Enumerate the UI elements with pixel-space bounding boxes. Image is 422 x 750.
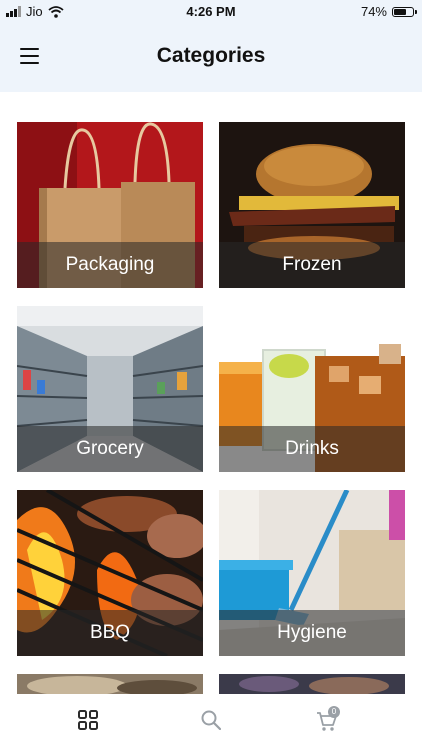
- category-tile-packaging[interactable]: Packaging: [17, 122, 203, 288]
- status-bar: Jio 4:26 PM 74%: [0, 0, 422, 24]
- category-tile-drinks[interactable]: Drinks: [219, 306, 405, 472]
- category-tile-partial-left[interactable]: [17, 674, 203, 694]
- category-label: Drinks: [219, 426, 405, 472]
- search-icon: [201, 710, 222, 731]
- tab-search[interactable]: [201, 710, 222, 735]
- category-label: BBQ: [17, 610, 203, 656]
- page-title: Categories: [156, 44, 266, 67]
- battery-fill: [394, 8, 406, 15]
- category-tile-frozen[interactable]: Frozen: [219, 122, 405, 288]
- status-right: 74%: [360, 4, 417, 19]
- category-tile-grocery[interactable]: Grocery: [17, 306, 203, 472]
- category-tile-hygiene[interactable]: Hygiene: [219, 490, 405, 656]
- category-label: Hygiene: [219, 610, 405, 656]
- tab-cart[interactable]: 0: [316, 706, 340, 737]
- clock: 4:26 PM: [186, 4, 236, 19]
- battery-icon: [392, 6, 417, 17]
- category-label: Packaging: [17, 242, 203, 288]
- bottom-nav: 0: [0, 694, 422, 750]
- cart-badge: 0: [328, 706, 340, 718]
- app-header: Categories: [0, 24, 422, 92]
- category-label: Grocery: [17, 426, 203, 472]
- category-grid: Packaging Frozen Grocery Drinks BBQ Hygi…: [0, 92, 422, 694]
- category-tile-bbq[interactable]: BBQ: [17, 490, 203, 656]
- category-image-partial: [219, 674, 405, 694]
- category-label: Frozen: [219, 242, 405, 288]
- battery-percent: 74%: [360, 4, 387, 19]
- category-tile-partial-right[interactable]: [219, 674, 405, 694]
- grid-icon: [78, 710, 98, 730]
- tab-categories[interactable]: [78, 710, 98, 735]
- category-image-partial: [17, 674, 203, 694]
